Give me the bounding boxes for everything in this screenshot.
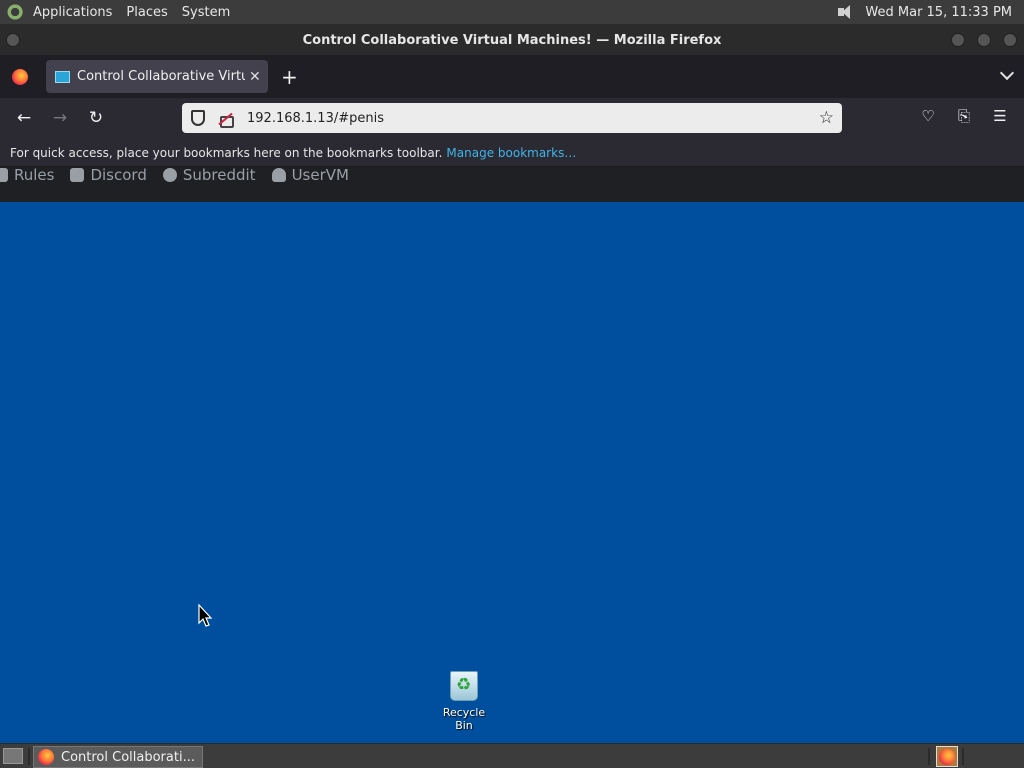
tab-active[interactable]: Control Collaborative Virtual Machines! … (46, 60, 268, 93)
firefox-icon (38, 749, 54, 765)
tray-firefox-icon[interactable] (936, 746, 958, 767)
reload-button[interactable]: ↻ (84, 106, 108, 130)
applications-menu[interactable]: Applications (33, 5, 112, 20)
app-menu-icon[interactable]: ☰ (990, 107, 1010, 129)
nav-rules-label: Rules (14, 166, 55, 184)
clock[interactable]: Wed Mar 15, 11:33 PM (865, 5, 1012, 20)
recycle-bin-label: Recycle Bin (442, 706, 486, 732)
tab-label: Control Collaborative Virtual Machines! (77, 69, 245, 84)
nav-discord-label: Discord (90, 166, 147, 184)
bookmarks-empty-message: For quick access, place your bookmarks h… (10, 145, 443, 160)
panel-separator (28, 748, 30, 765)
minimize-button[interactable] (951, 33, 965, 47)
firefox-tray-icon (939, 748, 955, 765)
rules-icon (0, 168, 8, 182)
url-input[interactable]: 192.168.1.13/#penis (247, 111, 384, 126)
show-desktop-icon[interactable] (3, 748, 23, 764)
close-window-button[interactable] (1003, 33, 1017, 47)
monitor-favicon-icon (55, 70, 70, 83)
extensions-icon[interactable]: ⎘ (954, 107, 974, 129)
new-tab-button[interactable]: + (281, 65, 298, 89)
maximize-button[interactable] (977, 33, 991, 47)
page-navbar: Rules Discord Subreddit UserVM (0, 166, 1024, 202)
system-menu[interactable]: System (182, 5, 230, 20)
bookmark-star-icon[interactable]: ☆ (819, 108, 834, 128)
reddit-icon (162, 168, 177, 182)
top-panel: Applications Places System Wed Mar 15, 1… (0, 0, 1024, 25)
places-menu[interactable]: Places (126, 5, 167, 20)
bookmarks-toolbar: For quick access, place your bookmarks h… (0, 139, 1024, 167)
window-menu-button[interactable] (6, 33, 20, 47)
forward-button[interactable]: → (48, 106, 72, 130)
taskbar-item-label: Control Collaborati... (61, 749, 195, 765)
pocket-icon[interactable]: ♡ (918, 107, 938, 129)
distro-logo-icon[interactable] (7, 3, 25, 21)
volume-icon[interactable] (835, 3, 857, 21)
manage-bookmarks-link[interactable]: Manage bookmarks… (446, 146, 576, 160)
nav-subreddit-label: Subreddit (182, 166, 256, 184)
discord-icon (70, 168, 85, 182)
nav-subreddit[interactable]: Subreddit (162, 166, 256, 184)
tabs-bar: Control Collaborative Virtual Machines! … (0, 55, 1024, 98)
taskbar-item-firefox[interactable]: Control Collaborati... (33, 746, 203, 768)
nav-uservm[interactable]: UserVM (271, 166, 349, 184)
nav-uservm-label: UserVM (291, 166, 349, 184)
nav-rules[interactable]: Rules (0, 166, 54, 184)
panel-separator (962, 748, 964, 765)
recycle-bin-desktop-icon[interactable]: Recycle Bin (434, 671, 494, 732)
tab-close-icon[interactable]: ✕ (249, 69, 261, 85)
mouse-cursor-icon (198, 604, 213, 627)
vm-desktop-screen[interactable] (0, 202, 1024, 743)
nav-discord[interactable]: Discord (70, 166, 147, 184)
panel-separator (928, 748, 930, 765)
insecure-lock-icon[interactable] (219, 111, 234, 128)
recycle-bin-icon (450, 671, 478, 701)
user-icon (271, 168, 286, 182)
bottom-panel: Control Collaborati... (0, 743, 1024, 768)
back-button[interactable]: ← (12, 106, 36, 130)
tracking-protection-shield-icon[interactable] (191, 110, 205, 126)
firefox-view-icon[interactable] (12, 68, 28, 85)
url-bar[interactable]: 192.168.1.13/#penis ☆ (182, 103, 842, 133)
window-title: Control Collaborative Virtual Machines! … (302, 32, 722, 48)
window-titlebar[interactable]: Control Collaborative Virtual Machines! … (0, 25, 1024, 55)
